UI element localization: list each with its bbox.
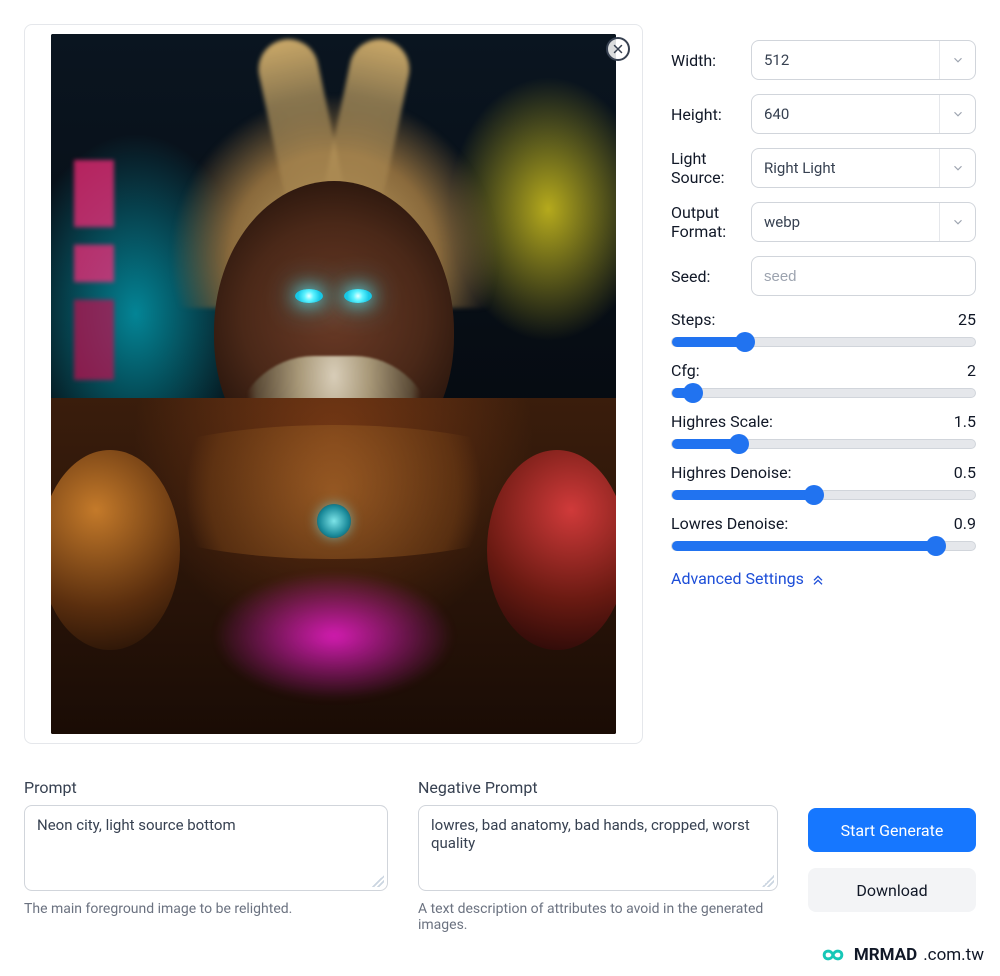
- width-row: Width: 512: [671, 40, 976, 80]
- chevron-down-icon: [939, 203, 975, 241]
- highres-scale-label: Highres Scale:: [671, 412, 773, 431]
- output-format-label: Output Format:: [671, 203, 741, 241]
- close-preview-button[interactable]: [606, 37, 630, 61]
- seed-label: Seed:: [671, 267, 741, 286]
- advanced-settings-label: Advanced Settings: [671, 569, 804, 588]
- close-icon: [612, 43, 624, 55]
- resize-handle-icon[interactable]: [372, 875, 384, 887]
- resize-handle-icon[interactable]: [762, 875, 774, 887]
- seed-input[interactable]: [751, 256, 976, 296]
- lowres-denoise-slider: Lowres Denoise: 0.9: [671, 514, 976, 551]
- cfg-slider: Cfg: 2: [671, 361, 976, 398]
- slider-thumb[interactable]: [926, 536, 946, 556]
- watermark-bold: MRMAD: [854, 945, 917, 965]
- prompt-column: Prompt Neon city, light source bottom Th…: [24, 778, 388, 917]
- light-source-label: Light Source:: [671, 149, 741, 187]
- slider-thumb[interactable]: [804, 485, 824, 505]
- highres-denoise-slider: Highres Denoise: 0.5: [671, 463, 976, 500]
- height-select[interactable]: 640: [751, 94, 976, 134]
- download-button[interactable]: Download: [808, 868, 976, 912]
- chevron-down-icon: [939, 41, 975, 79]
- output-format-row: Output Format: webp: [671, 202, 976, 242]
- preview-pane: [24, 24, 643, 744]
- watermark-rest: .com.tw: [923, 945, 984, 965]
- width-value: 512: [752, 41, 939, 79]
- steps-value: 25: [958, 310, 976, 329]
- width-label: Width:: [671, 51, 741, 70]
- negative-prompt-help: A text description of attributes to avoi…: [418, 901, 778, 933]
- lowres-denoise-label: Lowres Denoise:: [671, 514, 788, 533]
- height-value: 640: [752, 95, 939, 133]
- width-select[interactable]: 512: [751, 40, 976, 80]
- controls-panel: Width: 512 Height: 640 Light Source: Rig…: [671, 24, 976, 588]
- chevron-down-icon: [939, 95, 975, 133]
- prompt-input[interactable]: Neon city, light source bottom: [24, 805, 388, 891]
- infinity-icon: [818, 944, 848, 966]
- prompt-help: The main foreground image to be relighte…: [24, 901, 388, 917]
- negative-prompt-column: Negative Prompt lowres, bad anatomy, bad…: [418, 778, 778, 933]
- negative-prompt-label: Negative Prompt: [418, 778, 778, 797]
- negative-prompt-input[interactable]: lowres, bad anatomy, bad hands, cropped,…: [418, 805, 778, 891]
- negative-prompt-value: lowres, bad anatomy, bad hands, cropped,…: [431, 816, 750, 852]
- lowres-denoise-track[interactable]: [671, 541, 976, 551]
- light-source-value: Right Light: [752, 149, 939, 187]
- cfg-track[interactable]: [671, 388, 976, 398]
- chevrons-up-icon: [810, 571, 826, 587]
- highres-scale-track[interactable]: [671, 439, 976, 449]
- steps-track[interactable]: [671, 337, 976, 347]
- prompt-value: Neon city, light source bottom: [37, 816, 236, 834]
- steps-label: Steps:: [671, 310, 715, 329]
- height-row: Height: 640: [671, 94, 976, 134]
- output-format-select[interactable]: webp: [751, 202, 976, 242]
- highres-denoise-value: 0.5: [954, 463, 976, 482]
- slider-thumb[interactable]: [735, 332, 755, 352]
- output-format-value: webp: [752, 203, 939, 241]
- chevron-down-icon: [939, 149, 975, 187]
- height-label: Height:: [671, 105, 741, 124]
- highres-denoise-track[interactable]: [671, 490, 976, 500]
- bottom-row: Prompt Neon city, light source bottom Th…: [24, 778, 976, 933]
- steps-slider: Steps: 25: [671, 310, 976, 347]
- slider-thumb[interactable]: [683, 383, 703, 403]
- cfg-value: 2: [967, 361, 976, 380]
- seed-row: Seed:: [671, 256, 976, 296]
- cfg-label: Cfg:: [671, 361, 700, 380]
- advanced-settings-toggle[interactable]: Advanced Settings: [671, 569, 976, 588]
- action-column: Start Generate Download: [808, 808, 976, 912]
- preview-image: [51, 34, 616, 734]
- light-source-select[interactable]: Right Light: [751, 148, 976, 188]
- highres-denoise-label: Highres Denoise:: [671, 463, 792, 482]
- main-row: Width: 512 Height: 640 Light Source: Rig…: [24, 24, 976, 744]
- watermark: MRMAD .com.tw: [818, 944, 984, 966]
- highres-scale-value: 1.5: [954, 412, 976, 431]
- highres-scale-slider: Highres Scale: 1.5: [671, 412, 976, 449]
- prompt-label: Prompt: [24, 778, 388, 797]
- slider-thumb[interactable]: [729, 434, 749, 454]
- light-source-row: Light Source: Right Light: [671, 148, 976, 188]
- start-generate-button[interactable]: Start Generate: [808, 808, 976, 852]
- lowres-denoise-value: 0.9: [954, 514, 976, 533]
